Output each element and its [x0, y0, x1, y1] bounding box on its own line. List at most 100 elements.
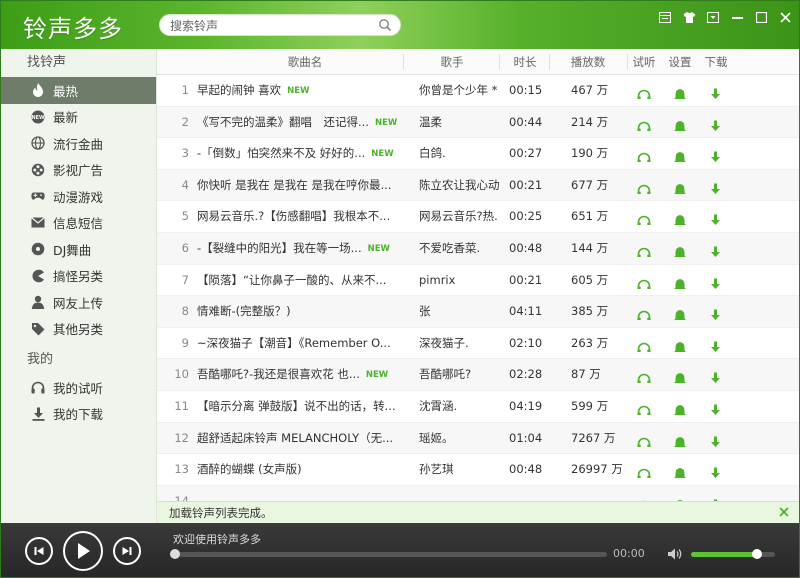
- bell-icon: [674, 247, 686, 257]
- listen-button[interactable]: [637, 431, 653, 447]
- listen-button[interactable]: [637, 304, 653, 321]
- next-button[interactable]: [113, 537, 141, 565]
- download-button[interactable]: [709, 273, 725, 289]
- download-button[interactable]: [709, 494, 725, 501]
- sidebar-item-3[interactable]: 流行金曲: [1, 130, 156, 157]
- header-artist[interactable]: 歌手: [407, 49, 497, 75]
- sidebar-item-4[interactable]: 影视广告: [1, 157, 156, 184]
- listen-button[interactable]: [637, 115, 653, 131]
- sidebar-mine-item-2[interactable]: 我的下载: [1, 401, 156, 428]
- set-ringtone-button[interactable]: [673, 367, 689, 384]
- sidebar-mine-item-1[interactable]: 我的试听: [1, 374, 156, 401]
- volume-knob[interactable]: [751, 549, 762, 559]
- new-badge: NEW: [367, 244, 390, 254]
- download-button[interactable]: [709, 304, 725, 321]
- search-box[interactable]: [159, 14, 401, 36]
- row-number: 9: [181, 335, 189, 350]
- minimize-icon[interactable]: [729, 9, 745, 25]
- download-icon: [711, 341, 720, 352]
- listen-button[interactable]: [637, 209, 653, 226]
- sidebar-item-1[interactable]: 最热: [1, 77, 156, 104]
- table-row[interactable]: 4 你快听 是我在 是我在 是我在哼你最... 陈立农让我心动. 00:21 677 万: [157, 169, 799, 202]
- maximize-icon[interactable]: [753, 9, 769, 25]
- set-ringtone-button[interactable]: [673, 115, 689, 131]
- listen-button[interactable]: [637, 336, 653, 352]
- listen-button[interactable]: [637, 399, 653, 415]
- listen-button[interactable]: [637, 83, 653, 99]
- download-button[interactable]: [709, 115, 725, 131]
- play-button[interactable]: [63, 531, 103, 571]
- table-row[interactable]: 9 ~深夜猫子【潮音】《Remember O... 深夜猫子. 02:10 263 万: [157, 328, 799, 360]
- table-row[interactable]: 10 吾酷哪吒?-我还是很喜欢花 也... NEW 吾酷哪吒? 02:28 87 万: [157, 359, 799, 391]
- search-icon[interactable]: [378, 18, 392, 32]
- sidebar-item-9[interactable]: 网友上传: [1, 289, 156, 316]
- sidebar-item-8[interactable]: 搞怪另类: [1, 263, 156, 290]
- sidebar-item-10[interactable]: 其他另类: [1, 316, 156, 343]
- download-button[interactable]: [709, 462, 725, 479]
- listen-button[interactable]: [637, 146, 653, 163]
- set-ringtone-button[interactable]: [673, 83, 689, 99]
- listen-button[interactable]: [637, 462, 653, 479]
- listen-button[interactable]: [637, 494, 653, 501]
- set-ringtone-button[interactable]: [673, 336, 689, 352]
- header-title[interactable]: 歌曲名: [187, 49, 423, 75]
- set-ringtone-button[interactable]: [673, 462, 689, 479]
- previous-button[interactable]: [25, 537, 53, 565]
- download-button[interactable]: [709, 146, 725, 163]
- headphones-icon: [637, 247, 651, 257]
- table-row[interactable]: 3 -「倒数」怕突然来不及 好好的... NEW 白鸽. 00:27 190 万: [157, 138, 799, 170]
- close-icon[interactable]: [777, 9, 793, 25]
- download-button[interactable]: [709, 367, 725, 384]
- listen-button[interactable]: [637, 367, 653, 384]
- table-row[interactable]: 13 酒醉的蝴蝶 (女声版) 孙艺琪 00:48 26997 万: [157, 454, 799, 486]
- search-input[interactable]: [170, 17, 370, 34]
- volume-icon[interactable]: [667, 547, 683, 561]
- user-icon: [31, 295, 45, 310]
- download-button[interactable]: [709, 336, 725, 352]
- sidebar-item-7[interactable]: DJ舞曲: [1, 236, 156, 263]
- set-ringtone-button[interactable]: [673, 494, 689, 501]
- set-ringtone-button[interactable]: [673, 273, 689, 289]
- table-row[interactable]: 1 早起的闹钟 喜欢 NEW 你曾是个少年 * 00:15 467 万: [157, 75, 799, 107]
- header-duration[interactable]: 时长: [503, 49, 547, 75]
- listen-button[interactable]: [637, 241, 653, 257]
- set-ringtone-button[interactable]: [673, 209, 689, 226]
- listen-button[interactable]: [637, 273, 653, 289]
- download-button[interactable]: [709, 241, 725, 257]
- volume-slider[interactable]: [691, 549, 775, 559]
- song-duration: 02:10: [509, 335, 543, 350]
- headphones-icon: [637, 279, 651, 289]
- shirt-icon[interactable]: [681, 9, 697, 25]
- artist-name: 吾酷哪吒?: [419, 367, 472, 382]
- sidebar-item-2[interactable]: NEW 最新: [1, 104, 156, 131]
- sidebar-item-5[interactable]: 动漫游戏: [1, 183, 156, 210]
- table-row[interactable]: 12 超舒适起床铃声 MELANCHOLY（无... 瑶姬。 01:04 7267 万: [157, 422, 799, 455]
- listen-button[interactable]: [637, 178, 653, 194]
- header-plays[interactable]: 播放数: [553, 49, 623, 75]
- set-ringtone-button[interactable]: [673, 241, 689, 257]
- progress-knob[interactable]: [170, 549, 180, 559]
- table-row[interactable]: 6 -【裂缝中的阳光】我在等一场... NEW 不爱吃香菜. 00:48 144 万: [157, 233, 799, 265]
- download-button[interactable]: [709, 431, 725, 447]
- table-row[interactable]: 11 【暗示分离 弹鼓版】说不出的话，转... 沈霄涵. 04:19 599 万: [157, 391, 799, 423]
- set-ringtone-button[interactable]: [673, 304, 689, 321]
- song-title: -【裂缝中的阳光】我在等一场... NEW: [197, 233, 415, 264]
- table-row[interactable]: 8 情难断-(完整版？) 张 04:11 385 万: [157, 296, 799, 328]
- table-row[interactable]: 14: [157, 485, 799, 501]
- set-ringtone-button[interactable]: [673, 431, 689, 447]
- table-row[interactable]: 5 网易云音乐.?【伤感翻唱】我根本不... 网易云音乐?热... 00:25 651 …: [157, 201, 799, 233]
- sidebar-item-6[interactable]: 信息短信: [1, 210, 156, 237]
- set-ringtone-button[interactable]: [673, 146, 689, 163]
- table-row[interactable]: 7 【陨落】“让你鼻子一酸的、从来不... pimrix 00:21 605 万: [157, 265, 799, 297]
- table-row[interactable]: 2 《写不完的温柔》翻唱 还记得... NEW 温柔 00:44 214 万: [157, 106, 799, 139]
- close-status-icon[interactable]: [777, 505, 791, 519]
- download-button[interactable]: [709, 83, 725, 99]
- menu-icon[interactable]: [705, 9, 721, 25]
- download-button[interactable]: [709, 209, 725, 226]
- set-ringtone-button[interactable]: [673, 399, 689, 415]
- skin-icon[interactable]: [657, 9, 673, 25]
- set-ringtone-button[interactable]: [673, 178, 689, 194]
- progress-bar[interactable]: [170, 549, 607, 559]
- download-button[interactable]: [709, 399, 725, 415]
- download-button[interactable]: [709, 178, 725, 194]
